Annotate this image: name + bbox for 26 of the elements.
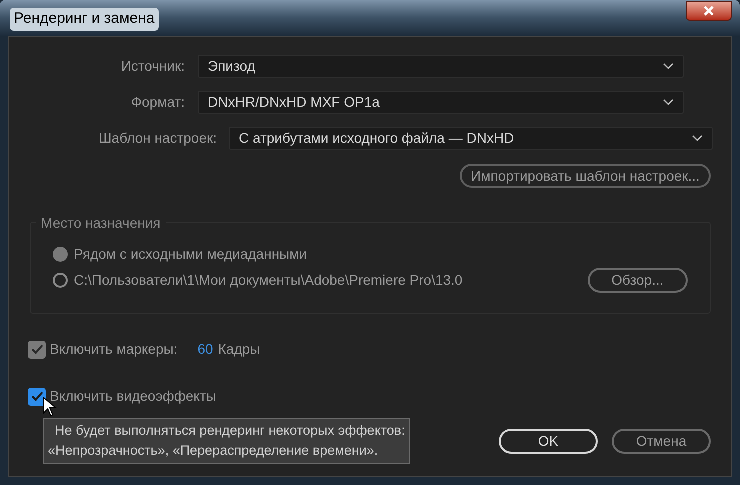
chevron-down-icon — [663, 99, 674, 106]
checkbox-label: Включить видеоэффекты — [50, 387, 216, 406]
dropdown[interactable]: Эпизод — [198, 55, 684, 78]
browse-button[interactable]: Обзор... — [588, 268, 688, 292]
close-button[interactable] — [686, 1, 732, 21]
unit-label: Кадры — [218, 340, 260, 359]
field-label: Источник: — [120, 57, 185, 76]
field-label: Шаблон настроек: — [98, 129, 217, 148]
import-preset-button[interactable]: Импортировать шаблон настроек... — [460, 164, 711, 188]
chevron-down-icon — [692, 135, 703, 142]
radio-label: Рядом с исходными медиаданными — [74, 244, 308, 264]
radio-label: C:\Пользователи\1\Мои документы\Adobe\Premiere Pro\13.0 — [74, 270, 463, 290]
window-title: Рендеринг и замена — [10, 8, 159, 30]
tooltip-text: «Непрозрачность», «Перераспределение времени». — [48, 442, 380, 460]
close-icon — [703, 6, 715, 16]
field-label: Формат: — [130, 93, 185, 112]
dropdown[interactable]: С атрибутами исходного файла — DNxHD — [229, 127, 713, 150]
radio-button[interactable] — [53, 272, 68, 288]
cancel-button[interactable]: Отмена — [612, 429, 711, 454]
checkbox-label: Включить маркеры: — [50, 340, 178, 359]
checkbox[interactable] — [28, 388, 46, 406]
dropdown[interactable]: DNxHR/DNxHD MXF OP1a — [198, 91, 684, 114]
tooltip-text: Не будет выполняться рендеринг некоторых эффектов: — [54, 422, 406, 440]
radio-button[interactable] — [53, 246, 68, 262]
chevron-down-icon — [663, 63, 674, 70]
ok-button[interactable]: OK — [499, 429, 598, 454]
